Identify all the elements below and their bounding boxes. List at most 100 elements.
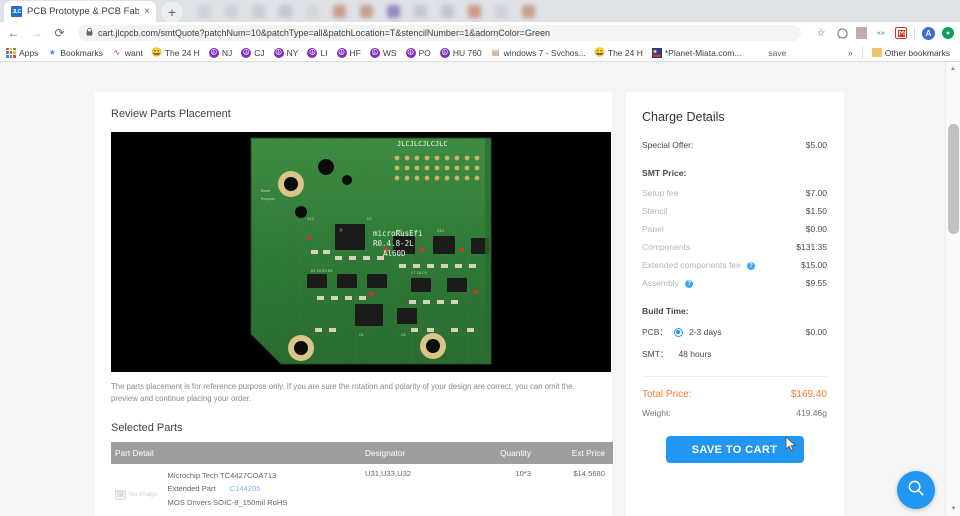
bookmark-label: *Planet-Miata.com... [664, 47, 742, 58]
browser-tab-active[interactable]: JLC PCB Prototype & PCB Fabrication × [4, 1, 156, 22]
bookmark-star-icon[interactable]: ☆ [814, 26, 828, 40]
scroll-down-icon[interactable]: ▼ [946, 502, 960, 516]
menu-icon[interactable] [942, 27, 954, 39]
circle-icon[interactable] [835, 26, 849, 40]
help-icon[interactable]: ? [747, 261, 756, 270]
help-icon[interactable]: ? [685, 279, 694, 288]
app-extension-icon[interactable] [895, 27, 907, 39]
bookmark-label: want [124, 47, 143, 58]
part-code-link[interactable]: C144205 [230, 482, 261, 495]
bookmark-ny[interactable]: ☮ NY [273, 47, 299, 58]
weight-value: 419.46g [796, 408, 827, 418]
bookmark-windows7[interactable]: ▤ windows 7 - Svchos... [491, 48, 586, 58]
smt-item-setup-fee: Setup fee $7.00 [642, 188, 827, 198]
blur-dot [387, 4, 400, 18]
pcb-build-time-radio[interactable] [673, 327, 683, 337]
new-tab-button[interactable]: + [161, 2, 183, 22]
bookmark-label: HF [349, 47, 361, 58]
bookmark-nj[interactable]: ☮ NJ [208, 47, 233, 58]
bookmarks-overflow-icon[interactable]: » [848, 48, 853, 58]
no-image-label: No-Image [129, 491, 158, 499]
forward-icon[interactable]: → [29, 26, 44, 41]
bookmark-label: windows 7 - Svchos... [503, 47, 586, 58]
smt-item-stencil: Stencil $1.50 [642, 206, 827, 216]
placement-note: The parts placement is for reference pur… [111, 382, 573, 404]
bookmark-the-24-h-2[interactable]: 😀 The 24 H [594, 47, 643, 58]
bookmark-the-24-h-1[interactable]: 😀 The 24 H [151, 47, 200, 58]
no-image-placeholder: 🖼 No-Image [115, 469, 158, 509]
bookmark-label: NJ [221, 47, 233, 58]
weight-row: Weight: 419.46g [642, 408, 827, 418]
smt-price-title: SMT Price: [642, 168, 687, 178]
page-scrollbar[interactable]: ▲ ▼ [945, 62, 960, 516]
bookmark-want[interactable]: ∿ want [112, 48, 143, 58]
bookmark-label: Bookmarks [60, 47, 103, 58]
column-header-ext-price: Ext Price [539, 442, 613, 465]
pcb-build-time-value: $0.00 [805, 327, 827, 337]
bookmark-ws[interactable]: ☮ WS [369, 47, 397, 58]
emoji-icon: 😀 [594, 47, 606, 57]
scrollbar-thumb[interactable] [948, 124, 959, 234]
scribble-icon: ∿ [113, 48, 121, 57]
bookmark-hf[interactable]: ☮ HF [336, 47, 361, 58]
address-bar[interactable]: cart.jlcpcb.com/smtQuote?patchNum=10&pat… [78, 25, 801, 41]
total-price-value: $169.40 [790, 389, 827, 400]
bookmark-label: LI [320, 47, 328, 58]
build-time-pcb-row: PCB： 2-3 days $0.00 [642, 326, 827, 338]
bookmark-label: The 24 H [607, 47, 643, 58]
cell-designator: U31,U33,U32 [365, 469, 412, 479]
total-price-label: Total Price: [642, 389, 692, 400]
peace-icon: ☮ [369, 47, 380, 58]
smt-item-value: $1.50 [805, 206, 827, 216]
bookmark-save[interactable]: save [768, 48, 786, 58]
search-fab-button[interactable] [897, 471, 935, 509]
back-icon[interactable]: ← [6, 26, 21, 41]
bookmark-apps[interactable]: Apps [6, 47, 38, 58]
smt-item-assembly: Assembly ? $9.55 [642, 278, 827, 288]
pdf-extension-icon[interactable] [856, 27, 867, 39]
bookmark-other-bookmarks[interactable]: Other bookmarks [871, 47, 950, 58]
blur-dot [468, 4, 481, 18]
browser-toolbar: ← → ⟳ cart.jlcpcb.com/smtQuote?patchNum=… [0, 22, 960, 44]
svg-text:U10: U10 [437, 229, 444, 233]
svg-text:Program: Program [261, 197, 276, 201]
smt-item-value: $15.00 [801, 260, 827, 270]
blur-dot [414, 4, 427, 18]
divider [642, 376, 827, 377]
save-to-cart-button[interactable]: SAVE TO CART [665, 436, 804, 463]
peace-icon: ☮ [273, 47, 284, 58]
cell-ext-price: $14.5680 [573, 469, 605, 479]
emoji-icon: 😀 [151, 47, 163, 57]
part-description: MOS Drivers SOIC-8_150mil RoHS [167, 497, 288, 507]
bookmark-li[interactable]: ☮ LI [307, 47, 328, 58]
bookmark-label: Other bookmarks [884, 47, 950, 58]
bookmark-bookmarks[interactable]: ★ Bookmarks [47, 48, 103, 58]
table-header-row: Part Detail Designator Quantity Ext Pric… [111, 442, 613, 465]
reload-icon[interactable]: ⟳ [52, 26, 67, 41]
pcb-preview-image: JLCJLCJLCJLC microRusEfi R0.4.8-2L Al60D… [111, 132, 611, 372]
blur-dot [441, 4, 454, 18]
bookmark-planet-miata[interactable]: *Planet-Miata.com... [651, 47, 742, 58]
bookmark-label: HU 760 [452, 47, 482, 58]
scroll-up-icon[interactable]: ▲ [946, 62, 960, 76]
selected-parts-title: Selected Parts [111, 422, 183, 435]
column-header-quantity: Quantity [461, 442, 539, 465]
close-icon[interactable]: × [144, 6, 150, 17]
bookmark-cj[interactable]: ☮ CJ [241, 47, 265, 58]
svg-text:R1 R2 R3 R4: R1 R2 R3 R4 [311, 269, 332, 273]
bookmark-hu-760[interactable]: ☮ HU 760 [439, 47, 482, 58]
toolbar-divider [914, 26, 915, 40]
page-icon: ▤ [491, 48, 500, 57]
extension-icon[interactable]: «» [874, 26, 888, 40]
bookmarks-divider [861, 46, 863, 59]
special-offer-label: Special Offer: [642, 140, 694, 150]
smt-item-label: Stencil [642, 206, 668, 216]
svg-text:U9: U9 [397, 229, 402, 233]
bookmark-label: PO [418, 47, 431, 58]
part-name: Microchip Tech TC4427COA713 [167, 471, 277, 481]
bookmark-label: CJ [254, 47, 265, 58]
avatar[interactable]: A [922, 26, 935, 40]
bookmark-label: NY [286, 47, 299, 58]
blur-dot [252, 4, 265, 18]
bookmark-po[interactable]: ☮ PO [405, 47, 431, 58]
